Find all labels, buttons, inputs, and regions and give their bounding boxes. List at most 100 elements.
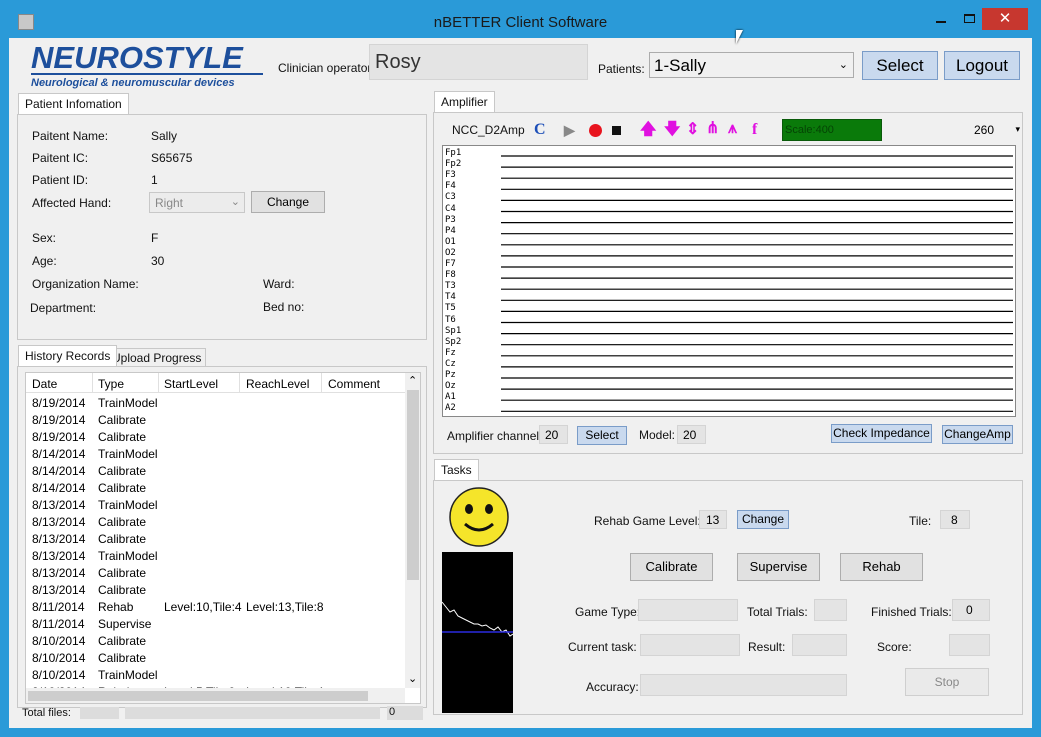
change-level-button[interactable]: Change [737,510,789,529]
tab-tasks[interactable]: Tasks [434,459,479,480]
notch-filter-icon[interactable]: ⩚ [728,120,737,138]
title-bar[interactable]: nBETTER Client Software ✕ [0,0,1041,38]
score-field[interactable] [949,634,990,656]
amplifier-channels-field[interactable]: 20 [539,425,568,444]
table-row[interactable]: 8/13/2014 TrainModel [26,549,406,566]
record-icon[interactable] [589,124,602,137]
tab-history-records[interactable]: History Records [18,345,118,366]
total-files-label: Total files: [22,707,71,719]
result-field[interactable] [792,634,847,656]
table-row[interactable]: 8/14/2014 TrainModel [26,447,406,464]
table-cell: TrainModel [98,447,158,461]
table-cell: 8/13/2014 [32,515,86,529]
affected-hand-value: Right [155,196,184,210]
tab-upload-progress[interactable]: Upload Progress [107,348,207,368]
scroll-up-icon[interactable]: ⌃ [408,374,417,387]
play-icon[interactable]: ▶ [564,121,575,139]
current-task-field[interactable] [640,634,740,656]
calibrate-button[interactable]: Calibrate [630,553,713,581]
current-task-label: Current task: [568,640,637,654]
select-patient-button[interactable]: Select [862,51,938,80]
tab-patient-information[interactable]: Patient Infomation [18,93,129,114]
total-trials-label: Total Trials: [747,605,808,619]
tile-field[interactable]: 8 [940,510,970,529]
table-row[interactable]: 8/11/2014 Supervise [26,617,406,634]
table-row[interactable]: 8/13/2014 TrainModel [26,498,406,515]
channel-label: Fp2 [445,159,462,170]
scale-bar[interactable]: Scale:400 [782,119,882,141]
column-comment[interactable]: Comment [328,377,380,391]
close-icon[interactable]: ✕ [982,8,1028,30]
change-hand-button[interactable]: Change [251,191,325,213]
expand-vertical-icon[interactable]: ⇕ [686,121,699,139]
column-date[interactable]: Date [32,377,57,391]
table-row[interactable]: 8/13/2014 Calibrate [26,515,406,532]
clinician-field[interactable]: Rosy [369,44,588,80]
table-row[interactable]: 8/19/2014 Calibrate [26,430,406,447]
app-window: nBETTER Client Software ✕ NEUROSTYLE Neu… [0,0,1041,737]
table-row[interactable]: 8/13/2014 Calibrate [26,583,406,600]
table-cell: 8/10/2014 [32,634,86,648]
refresh-icon[interactable]: C [534,121,546,139]
frequency-icon[interactable]: f [752,121,757,139]
channel-label: P4 [445,225,456,236]
horizontal-scrollbar-thumb[interactable] [28,691,368,701]
rehab-level-field[interactable]: 13 [699,510,727,529]
rehab-button[interactable]: Rehab [840,553,923,581]
table-row[interactable]: 8/10/2014 Calibrate [26,634,406,651]
table-row[interactable]: 8/10/2014 TrainModel [26,668,406,685]
logout-button[interactable]: Logout [944,51,1020,80]
tasks-panel: Rehab Game Level: 13 Change Tile: 8 Cali… [433,480,1023,715]
column-type[interactable]: Type [98,377,124,391]
table-row[interactable]: 8/19/2014 Calibrate [26,413,406,430]
arrow-up-icon[interactable]: 🡅 [640,121,656,139]
table-row[interactable]: 8/10/2014 Calibrate [26,651,406,668]
patients-dropdown[interactable]: 1-Sally ⌄ [649,52,854,78]
eeg-display[interactable]: Fp1 Fp2 F3 F4 C3 C4 P3 P4 O1 O2 F7 F8 T3 T4 T5 T6 Sp1 Sp2… [442,145,1016,417]
tab-amplifier[interactable]: Amplifier [434,91,495,112]
table-cell: TrainModel [98,396,158,410]
accuracy-field[interactable] [640,674,847,696]
maximize-icon[interactable] [956,8,984,30]
column-startlevel[interactable]: StartLevel [164,377,218,391]
clinician-label: Clinician operator: [278,61,375,75]
affected-hand-dropdown[interactable]: Right ⌄ [149,192,245,213]
total-trials-field[interactable] [814,599,847,621]
channel-label: T5 [445,303,456,314]
column-reachlevel[interactable]: ReachLevel [246,377,309,391]
arrow-down-icon[interactable]: 🡇 [664,121,680,139]
channel-label: O1 [445,236,456,247]
rate-dropdown[interactable]: 260 ▾ [966,120,1020,140]
horizontal-scrollbar[interactable] [26,688,405,703]
table-row[interactable]: 8/19/2014 TrainModel [26,396,406,413]
table-row[interactable]: 8/14/2014 Calibrate [26,481,406,498]
check-impedance-button[interactable]: Check Impedance [831,424,932,443]
table-cell: 8/13/2014 [32,566,86,580]
affected-hand-label: Affected Hand: [32,196,112,210]
model-field[interactable]: 20 [677,425,706,444]
table-row[interactable]: 8/14/2014 Calibrate [26,464,406,481]
vertical-scrollbar[interactable]: ⌃ ⌄ [405,373,420,688]
filter-icon[interactable]: ⋔ [706,120,719,138]
stop-button[interactable]: Stop [905,668,989,696]
game-type-field[interactable] [638,599,738,621]
table-cell: TrainModel [98,498,158,512]
chevron-down-icon: ⌄ [230,196,240,208]
select-amplifier-button[interactable]: Select [577,426,627,445]
rate-value: 260 [974,123,995,137]
minimize-icon[interactable] [926,8,954,30]
change-amp-button[interactable]: ChangeAmp [942,425,1013,444]
supervise-button[interactable]: Supervise [737,553,820,581]
table-cell: 8/13/2014 [32,532,86,546]
table-row[interactable]: 8/13/2014 Calibrate [26,532,406,549]
scroll-down-icon[interactable]: ⌄ [408,672,417,685]
table-cell: 8/10/2014 [32,668,86,682]
history-table[interactable]: Date Type StartLevel ReachLevel Comment … [25,372,421,704]
chevron-down-icon: ⌄ [838,59,848,71]
table-row[interactable]: 8/13/2014 Calibrate [26,566,406,583]
finished-trials-field[interactable]: 0 [952,599,990,621]
scrollbar-thumb[interactable] [407,390,419,580]
table-row[interactable]: 8/11/2014 Rehab Level:10,Tile:4 Level:13,Ti… [26,600,406,617]
stop-icon[interactable] [612,126,621,135]
table-cell: Supervise [98,617,152,631]
